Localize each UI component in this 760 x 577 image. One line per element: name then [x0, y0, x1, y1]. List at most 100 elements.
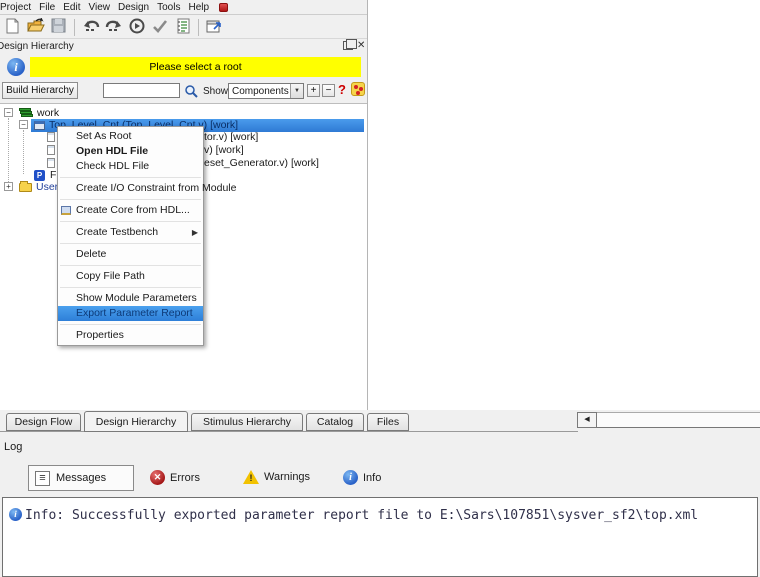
log-title: Log [4, 441, 22, 453]
show-dropdown[interactable]: Components ▼ [228, 83, 304, 99]
help-icon[interactable]: ? [338, 82, 346, 97]
collapse-expander-icon[interactable]: − [19, 120, 28, 129]
menu-bar: Project File Edit View Design Tools Help [0, 0, 367, 15]
submenu-arrow-icon: ▶ [192, 225, 198, 240]
menu-separator [60, 287, 201, 288]
log-message: Info: Successfully exported parameter re… [25, 508, 698, 523]
menu-item-create-io-constraint[interactable]: Create I/O Constraint from Module [58, 181, 203, 196]
menu-help[interactable]: Help [184, 1, 213, 14]
bottom-region: Design Flow Design Hierarchy Stimulus Hi… [0, 410, 760, 577]
collapse-all-button[interactable]: − [322, 84, 335, 97]
show-label: Show: [203, 86, 231, 97]
checkmark-icon [152, 19, 168, 36]
info-icon: i [7, 58, 25, 76]
create-core-icon [61, 206, 71, 215]
tab-files[interactable]: Files [367, 413, 409, 431]
log-output[interactable]: i Info: Successfully exported parameter … [2, 497, 758, 577]
tree-label-child2: v) [work] [204, 144, 244, 157]
hdl-file-icon [47, 132, 55, 142]
select-root-banner: Please select a root [30, 57, 361, 77]
hdl-file-icon [47, 145, 55, 155]
toolbar [0, 16, 367, 39]
record-icon [219, 3, 228, 12]
check-hdl-button[interactable] [149, 17, 170, 37]
run-icon [129, 18, 145, 37]
warning-icon: ! [243, 470, 259, 484]
close-panel-icon[interactable]: ✕ [357, 40, 365, 51]
menu-separator [60, 324, 201, 325]
save-button[interactable] [48, 17, 69, 37]
maximize-view-button[interactable] [204, 17, 225, 37]
tab-stimulus-hierarchy[interactable]: Stimulus Hierarchy [191, 413, 303, 431]
toolbar-separator [74, 19, 75, 36]
module-icon [34, 121, 45, 130]
menu-edit[interactable]: Edit [59, 1, 84, 14]
menu-item-create-testbench[interactable]: Create Testbench ▶ [58, 225, 203, 240]
menu-item-export-parameter-report[interactable]: Export Parameter Report [58, 306, 203, 321]
scroll-left-button[interactable]: ◀ [577, 412, 597, 428]
package-icon: P [34, 170, 45, 181]
new-file-icon [5, 18, 20, 37]
show-dropdown-value: Components [232, 85, 289, 98]
context-menu: Set As Root Open HDL File Check HDL File… [57, 126, 204, 346]
log-tab-errors[interactable]: ✕ Errors [150, 470, 200, 485]
panel-title: Design Hierarchy [0, 41, 74, 52]
collapse-expander-icon[interactable]: − [4, 108, 13, 117]
menu-item-delete[interactable]: Delete [58, 247, 203, 262]
info-icon: i [9, 508, 22, 521]
search-icon[interactable] [184, 84, 199, 102]
tab-catalog[interactable]: Catalog [306, 413, 364, 431]
log-tab-messages[interactable]: ≡ Messages [28, 465, 134, 491]
save-icon [51, 18, 66, 36]
menu-item-set-as-root[interactable]: Set As Root [58, 129, 203, 144]
hdl-file-icon [47, 158, 55, 168]
menu-item-properties[interactable]: Properties [58, 328, 203, 343]
restore-window-icon [206, 18, 223, 37]
tree-label-child1: tor.v) [work] [204, 131, 258, 144]
chevron-down-icon[interactable]: ▼ [290, 84, 303, 98]
menu-view[interactable]: View [84, 1, 114, 14]
messages-list-icon: ≡ [35, 471, 50, 486]
report-icon [176, 18, 190, 37]
undo-button[interactable] [80, 17, 101, 37]
toolbar-separator [198, 19, 199, 36]
menu-project[interactable]: Project [0, 1, 35, 14]
log-tab-warnings[interactable]: ! Warnings [243, 470, 310, 484]
new-file-button[interactable] [2, 17, 23, 37]
open-folder-icon [27, 18, 45, 36]
search-input[interactable] [103, 83, 180, 98]
tree-label-user: User [36, 181, 58, 194]
menu-item-copy-file-path[interactable]: Copy File Path [58, 269, 203, 284]
tab-design-flow[interactable]: Design Flow [6, 413, 81, 431]
expand-expander-icon[interactable]: + [4, 182, 13, 191]
menu-separator [60, 177, 201, 178]
redo-icon [105, 19, 123, 36]
menu-item-open-hdl-file[interactable]: Open HDL File [58, 144, 203, 159]
info-icon: i [343, 470, 358, 485]
menu-tools[interactable]: Tools [153, 1, 184, 14]
menu-separator [60, 243, 201, 244]
settings-icon[interactable] [351, 82, 365, 96]
tab-design-hierarchy[interactable]: Design Hierarchy [84, 411, 188, 432]
run-button[interactable] [126, 17, 147, 37]
undo-icon [82, 19, 100, 36]
build-hierarchy-button[interactable]: Build Hierarchy [2, 82, 78, 99]
menu-item-check-hdl-file[interactable]: Check HDL File [58, 159, 203, 174]
folder-icon [19, 183, 32, 192]
menu-file[interactable]: File [35, 1, 59, 14]
menu-item-show-module-parameters[interactable]: Show Module Parameters [58, 291, 203, 306]
redo-button[interactable] [103, 17, 124, 37]
log-tab-info[interactable]: i Info [343, 470, 381, 485]
expand-all-button[interactable]: + [307, 84, 320, 97]
horizontal-scrollbar[interactable] [597, 412, 760, 428]
menu-design[interactable]: Design [114, 1, 153, 14]
error-icon: ✕ [150, 470, 165, 485]
open-project-button[interactable] [25, 17, 46, 37]
menu-separator [60, 199, 201, 200]
library-icon [19, 108, 32, 119]
menu-separator [60, 221, 201, 222]
menu-item-create-core[interactable]: Create Core from HDL... [58, 203, 203, 218]
float-panel-icon[interactable] [343, 41, 353, 50]
report-button[interactable] [172, 17, 193, 37]
menu-separator [60, 265, 201, 266]
